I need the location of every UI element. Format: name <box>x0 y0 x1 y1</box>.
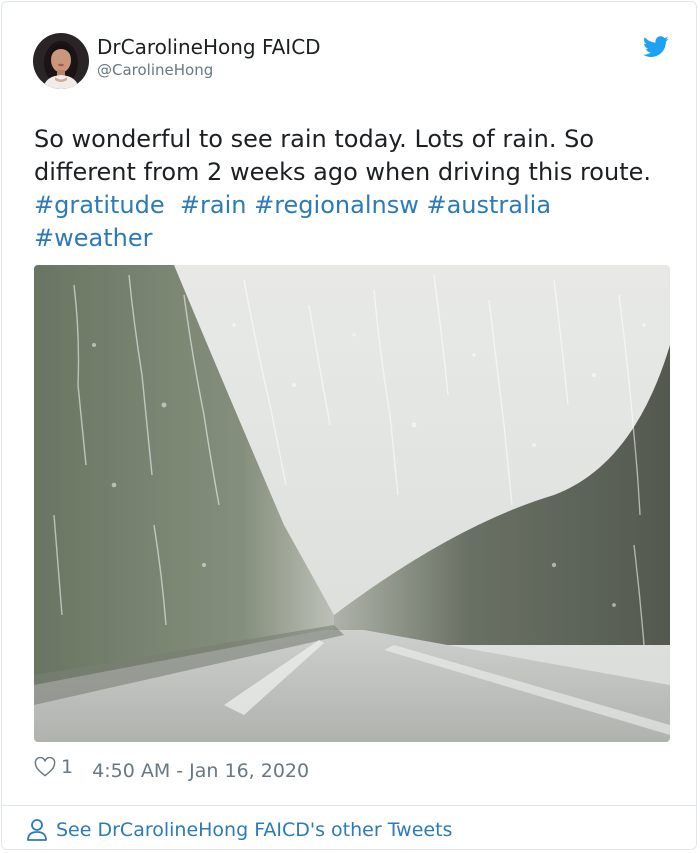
hashtag-rain[interactable]: #rain <box>180 191 247 219</box>
tweet-text: So wonderful to see rain today. Lots of … <box>34 123 674 255</box>
heart-icon <box>34 757 56 777</box>
tweet-text-line: So wonderful to see rain today. Lots of … <box>34 125 595 153</box>
like-button[interactable]: 1 <box>34 754 73 780</box>
tweet-timestamp[interactable]: 4:50 AM - Jan 16, 2020 <box>92 760 309 782</box>
hashtag-gratitude[interactable]: #gratitude <box>34 191 165 219</box>
avatar[interactable] <box>33 33 89 89</box>
like-count: 1 <box>61 756 74 778</box>
tweet-card: DrCarolineHong FAICD @CarolineHong So wo… <box>1 1 697 850</box>
footer-divider <box>2 805 696 806</box>
tweet-photo[interactable] <box>34 265 670 742</box>
twitter-bird-icon[interactable] <box>643 36 669 58</box>
person-icon <box>27 819 47 841</box>
hashtag-australia[interactable]: #australia <box>426 191 551 219</box>
tweet-hashtag-line: #gratitude #rain #regionalnsw #australia <box>34 189 674 222</box>
see-other-tweets-link[interactable]: See DrCarolineHong FAICD's other Tweets <box>26 817 452 843</box>
tweet-text-line: different from 2 weeks ago when driving … <box>34 158 652 186</box>
avatar-photo-icon <box>33 33 89 89</box>
hashtag-regionalnsw[interactable]: #regionalnsw <box>254 191 419 219</box>
author-handle[interactable]: @CarolineHong <box>97 60 213 80</box>
tweet-hashtag-line: #weather <box>34 222 674 255</box>
tweet-meta: 1 4:50 AM - Jan 16, 2020 <box>34 754 309 782</box>
hashtag-weather[interactable]: #weather <box>34 224 152 252</box>
author-display-name[interactable]: DrCarolineHong FAICD <box>97 34 321 60</box>
rainy-windshield-road-photo-icon <box>34 265 670 742</box>
see-other-tweets-label: See DrCarolineHong FAICD's other Tweets <box>56 819 453 841</box>
